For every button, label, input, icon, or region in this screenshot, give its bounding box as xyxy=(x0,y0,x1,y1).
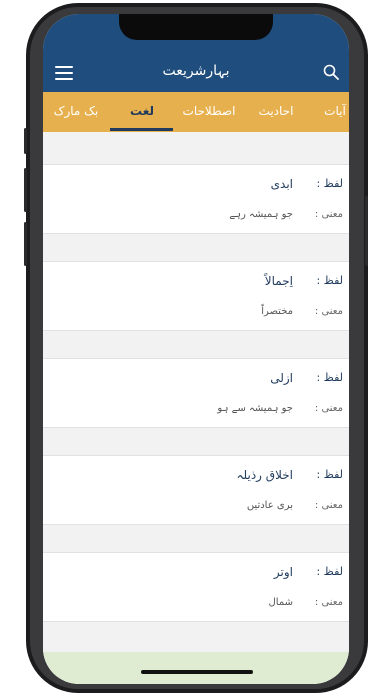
list-item[interactable]: لفظ : اوتر معنی : شمال xyxy=(43,552,349,622)
word-list: لفظ : ابدی معنی : جو ہمیشہ رہے لفظ : اِج… xyxy=(43,132,349,684)
meaning-text: جو ہمیشہ رہے xyxy=(229,209,293,220)
list-item[interactable]: لفظ : ازلی معنی : جو ہمیشہ سے ہو xyxy=(43,358,349,428)
meaning-label: معنی : xyxy=(314,209,343,220)
active-tab-indicator xyxy=(110,128,173,131)
word-text: اخلاق رذیلہ xyxy=(236,468,293,482)
list-item[interactable]: لفظ : اخلاق رذیلہ معنی : بری عادتیں xyxy=(43,455,349,525)
volume-down-button xyxy=(24,222,27,266)
word-label: لفظ : xyxy=(316,274,343,287)
tab-ayat[interactable]: آیات xyxy=(315,92,349,132)
meaning-label: معنی : xyxy=(314,500,343,511)
meaning-text: مختصراً xyxy=(261,306,293,317)
meaning-label: معنی : xyxy=(314,597,343,608)
tab-ahadees[interactable]: احادیث xyxy=(249,92,303,132)
app-screen: بہارشریعت آیات احادیث اصطلاحات لغت بک ما… xyxy=(43,14,349,684)
home-indicator[interactable] xyxy=(141,670,253,674)
list-item[interactable]: لفظ : اِجمالاً معنی : مختصراً xyxy=(43,261,349,331)
word-label: لفظ : xyxy=(316,371,343,384)
tab-bar: آیات احادیث اصطلاحات لغت بک مارک xyxy=(43,92,349,132)
mute-switch xyxy=(24,128,27,154)
app-title: بہارشریعت xyxy=(162,63,230,79)
word-label: لفظ : xyxy=(316,177,343,190)
word-label: لفظ : xyxy=(316,565,343,578)
search-icon[interactable] xyxy=(323,64,339,80)
volume-up-button xyxy=(24,168,27,212)
word-text: اوتر xyxy=(273,565,293,579)
word-text: ازلی xyxy=(270,371,293,385)
bottom-banner xyxy=(43,652,349,684)
list-item[interactable]: لفظ : ابدی معنی : جو ہمیشہ رہے xyxy=(43,164,349,234)
word-text: ابدی xyxy=(270,177,293,191)
word-text: اِجمالاً xyxy=(264,274,293,288)
meaning-label: معنی : xyxy=(314,306,343,317)
meaning-text: شمال xyxy=(268,597,293,608)
tab-lughat[interactable]: لغت xyxy=(113,92,171,132)
meaning-label: معنی : xyxy=(314,403,343,414)
power-button xyxy=(365,196,368,266)
notch xyxy=(119,14,273,40)
tab-istilahat[interactable]: اصطلاحات xyxy=(177,92,241,132)
meaning-text: جو ہمیشہ سے ہو xyxy=(217,403,293,414)
tab-bookmark[interactable]: بک مارک xyxy=(45,92,107,132)
meaning-text: بری عادتیں xyxy=(246,500,293,511)
word-label: لفظ : xyxy=(316,468,343,481)
